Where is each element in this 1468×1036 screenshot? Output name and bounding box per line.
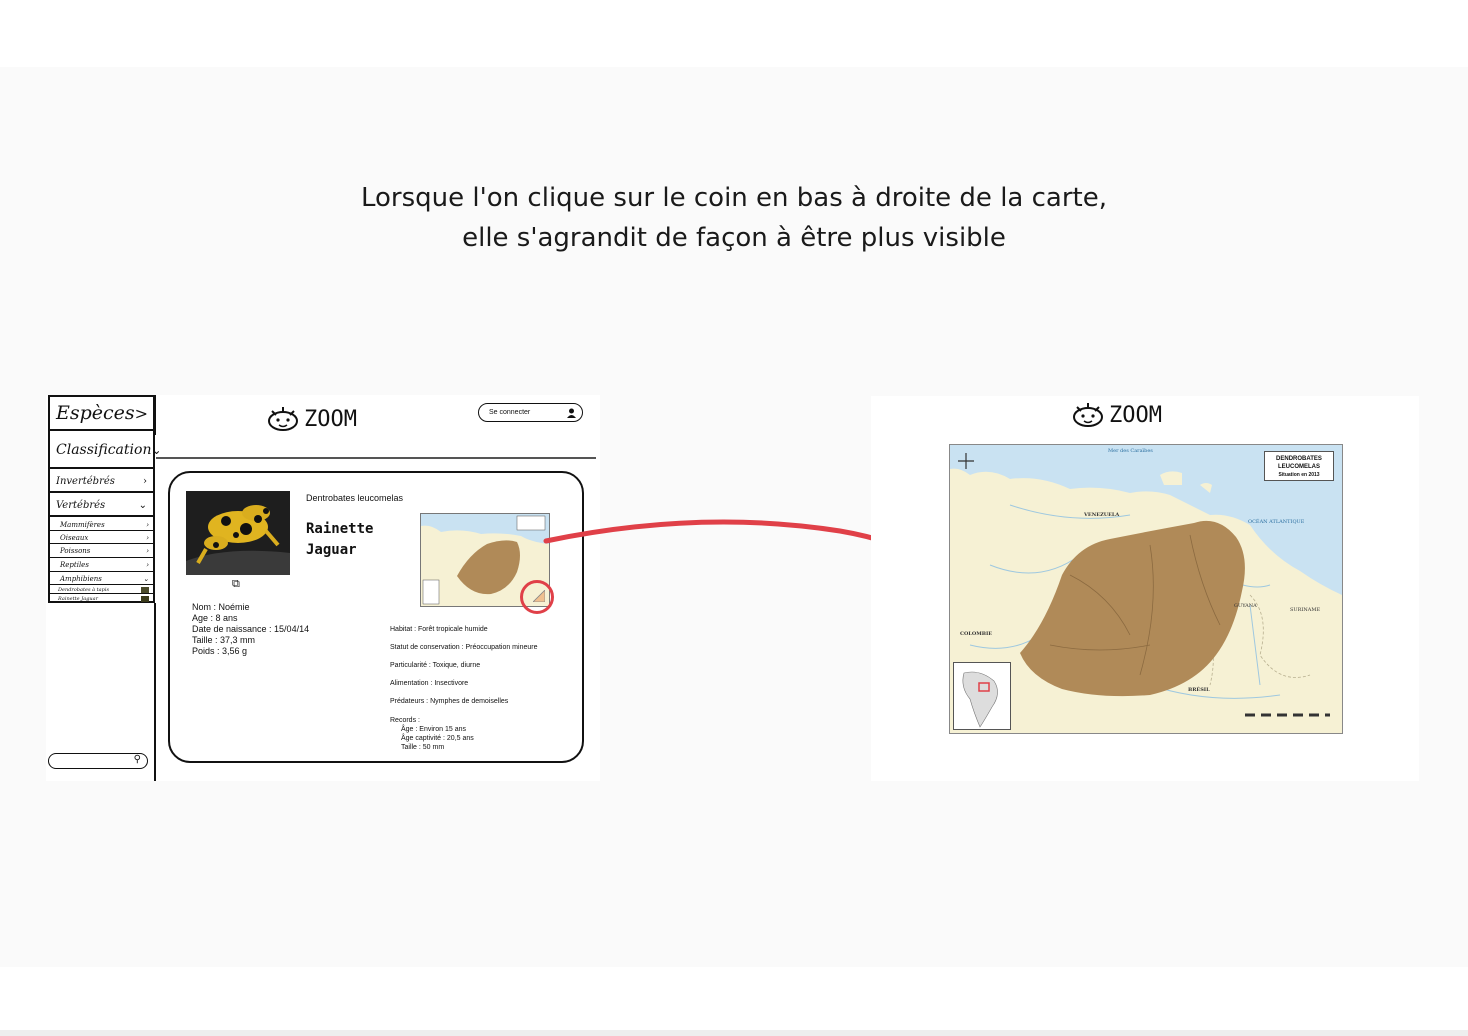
map-label-ocean: OCÉAN ATLANTIQUE: [1248, 519, 1305, 525]
search-input[interactable]: ⚲: [48, 753, 148, 769]
sidebar-subitem-amphibiens[interactable]: Amphibiens ⌄: [50, 573, 153, 585]
map-label-guyana: GUYANA: [1234, 603, 1257, 609]
logo-text: ZOOM: [1109, 402, 1162, 428]
info-line: Poids : 3,56 g: [192, 646, 248, 656]
species-latin-name: Dentrobates leucomelas: [306, 493, 404, 503]
info-line: Age : 8 ans: [192, 613, 238, 623]
record-line: Taille : 50 mm: [401, 744, 445, 751]
map-label-venezuela: VENEZUELA: [1084, 512, 1120, 518]
login-button[interactable]: Se connecter: [478, 403, 583, 422]
sidebar-subitem-label: Poissons: [60, 547, 91, 555]
sidebar-subitem-reptiles[interactable]: Reptiles ›: [50, 559, 153, 572]
chevron-down-icon: ⌄: [151, 443, 162, 457]
sidebar-especes[interactable]: Espèces >: [50, 397, 153, 431]
distribution-map-enlarged[interactable]: DENDROBATES LEUCOMELAS Situation en 2013…: [949, 444, 1343, 734]
caption-line-1: Lorsque l'on clique sur le coin en bas à…: [360, 183, 1107, 213]
caption-line-2: elle s'agrandit de façon à être plus vis…: [462, 223, 1006, 253]
map-legend: DENDROBATES LEUCOMELAS Situation en 2013: [1264, 451, 1334, 481]
sidebar-leaf-label: Rainette Jaguar: [58, 596, 98, 602]
enlarge-photo-icon[interactable]: ⧉: [232, 578, 240, 591]
sidebar-subitem-label: Oiseaux: [60, 533, 89, 542]
species-page-mockup: Espèces > Classification ⌄ Invertébrés ›…: [46, 395, 600, 781]
map-label-bresil: BRÉSIL: [1188, 687, 1210, 693]
record-line: Âge captivité : 20,5 ans: [401, 735, 474, 742]
login-label: Se connecter: [489, 409, 531, 416]
chevron-right-icon: ›: [143, 475, 147, 487]
sidebar-leaf-dendrobates[interactable]: Dendrobates à tapis: [50, 586, 153, 594]
info-line: Nom : Noémie: [192, 602, 250, 612]
sidebar-leaf-rainette-jaguar[interactable]: Rainette Jaguar: [50, 595, 153, 603]
sidebar-especes-label: Espèces: [56, 402, 135, 424]
sidebar-subitem-poissons[interactable]: Poissons ›: [50, 545, 153, 558]
legend-line: LEUCOMELAS: [1278, 464, 1320, 470]
legend-line: DENDROBATES: [1276, 456, 1322, 462]
divider: [154, 603, 156, 781]
info-line: Prédateurs : Nymphes de demoiselles: [390, 698, 509, 705]
info-line: Statut de conservation : Préoccupation m…: [390, 644, 538, 651]
map-label-colombie: COLOMBIE: [960, 631, 993, 637]
species-common-name: Rainette Jaguar: [306, 519, 373, 561]
sidebar-subitem-oiseaux[interactable]: Oiseaux ›: [50, 532, 153, 544]
sidebar-item-label: Vertébrés: [56, 499, 106, 511]
record-line: Âge : Environ 15 ans: [401, 726, 466, 733]
sidebar: Espèces > Classification ⌄ Invertébrés ›…: [48, 395, 162, 603]
thumbnail-icon: [141, 596, 149, 602]
legend-line: Situation en 2013: [1278, 472, 1320, 478]
divider: [154, 395, 156, 435]
lion-face-icon: [268, 407, 298, 431]
sidebar-item-invertebres[interactable]: Invertébrés ›: [50, 471, 153, 493]
zoom-logo[interactable]: ZOOM: [1071, 401, 1162, 429]
user-icon: [567, 408, 576, 418]
species-name-line: Jaguar: [306, 542, 357, 558]
sidebar-subitem-mammiferes[interactable]: Mammifères ›: [50, 519, 153, 531]
sidebar-subitem-label: Mammifères: [60, 520, 105, 529]
chevron-down-icon: ⌄: [138, 499, 147, 511]
chevron-right-icon: ›: [146, 520, 149, 529]
sidebar-subitem-label: Amphibiens: [60, 574, 102, 583]
sidebar-item-label: Invertébrés: [56, 475, 115, 487]
bottom-strip: [0, 1030, 1468, 1036]
logo-text: ZOOM: [304, 406, 357, 432]
frog-photo: [186, 491, 290, 575]
info-line: Alimentation : Insectivore: [390, 680, 469, 687]
records-title: Records :: [390, 717, 420, 724]
enlarged-map-mockup: ZOOM DENDROBATES LEUCOMELAS Situation en…: [871, 396, 1419, 781]
species-info: Habitat : Forêt tropicale humide Statut …: [390, 626, 537, 752]
map-label-caribbean: Mer des Caraïbes: [1108, 448, 1153, 454]
map-label-suriname: SURINAME: [1290, 607, 1321, 613]
chevron-right-icon: ›: [146, 533, 149, 542]
sidebar-subitem-label: Reptiles: [60, 561, 89, 569]
map-inset-south-america: [953, 662, 1011, 730]
individual-info: Nom : Noémie Age : 8 ans Date de naissan…: [192, 602, 309, 657]
thumbnail-icon: [141, 586, 149, 593]
info-line: Particularité : Toxique, diurne: [390, 662, 481, 669]
info-line: Habitat : Forêt tropicale humide: [390, 626, 488, 633]
chevron-right-icon: ›: [146, 561, 149, 569]
sidebar-classification[interactable]: Classification ⌄: [50, 433, 162, 469]
chevron-right-icon: ›: [146, 547, 149, 555]
header-divider: [156, 457, 596, 459]
sidebar-classification-label: Classification: [56, 442, 152, 458]
sidebar-leaf-label: Dendrobates à tapis: [58, 586, 110, 593]
species-card: ⧉ Dentrobates leucomelas Rainette Jaguar…: [168, 471, 584, 763]
species-name-line: Rainette: [306, 521, 374, 537]
zoom-logo[interactable]: ZOOM: [266, 405, 357, 433]
chevron-right-icon: >: [134, 403, 149, 423]
info-line: Taille : 37,3 mm: [192, 635, 256, 645]
sidebar-item-vertebres[interactable]: Vertébrés ⌄: [50, 495, 153, 517]
chevron-down-icon: ⌄: [143, 574, 149, 583]
search-icon: ⚲: [133, 754, 141, 765]
info-line: Date de naissance : 15/04/14: [192, 624, 310, 634]
records: Records : Âge : Environ 15 ans Âge capti…: [390, 716, 537, 752]
lion-face-icon: [1073, 403, 1103, 427]
